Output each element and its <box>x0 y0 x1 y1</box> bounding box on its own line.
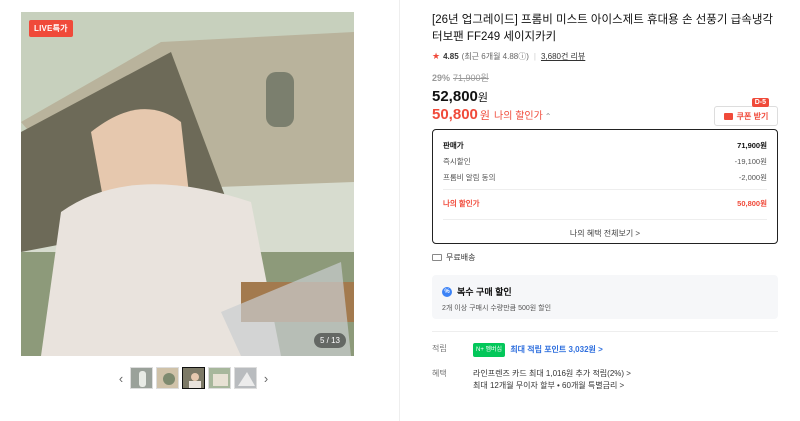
divider <box>432 331 778 332</box>
rating-row: ★ 4.85 (최근 6개월 4.88ⓘ) | 3,680건 리뷰 <box>432 51 778 62</box>
price-row-value: -19,100원 <box>734 156 767 166</box>
thumbnail-prev-arrow[interactable]: ‹ <box>115 367 127 389</box>
installment-benefit-link[interactable]: 최대 12개월 무이자 할부 • 60개월 특별금리 > <box>473 380 778 392</box>
thumbnail-active[interactable] <box>182 367 205 389</box>
sale-price: 52,800 <box>432 88 478 105</box>
multi-buy-title: 복수 구매 할인 <box>457 287 512 297</box>
view-all-benefits-link[interactable]: 나의 혜택 전체보기 > <box>443 219 767 239</box>
product-main-image[interactable]: LIVE특가 5 / 13 <box>21 12 354 356</box>
points-link[interactable]: 최대 적립 포인트 3,032원 > <box>510 345 602 354</box>
dday-badge: D-5 <box>751 98 769 107</box>
truck-icon <box>432 254 442 261</box>
thumbnail-next-arrow[interactable]: › <box>260 367 272 389</box>
price-row-label: 프롬비 알림 동의 <box>443 172 496 182</box>
separator: | <box>533 52 536 61</box>
price-row-mine: 나의 할인가 50,800원 <box>443 195 767 211</box>
product-info: [26년 업그레이드] 프롬비 미스트 아이스제트 휴대용 손 선풍기 급속냉각… <box>432 12 778 392</box>
discount-row: 29% 71,900원 <box>432 71 778 84</box>
price-row-value: -2,000원 <box>738 172 767 182</box>
card-benefit-link[interactable]: 라인프렌즈 카드 최대 1,016원 추가 적립(2%) > <box>473 368 778 380</box>
my-price-total-value: 50,800원 <box>737 198 767 208</box>
thumbnail[interactable] <box>156 367 179 389</box>
review-count-link[interactable]: 3,680건 리뷰 <box>541 51 585 62</box>
currency-unit: 원 <box>479 110 491 122</box>
thumbnail-strip: ‹ › <box>115 367 272 389</box>
ticket-icon <box>723 112 733 120</box>
currency-unit: 원 <box>477 92 489 104</box>
thumbnail[interactable] <box>208 367 231 389</box>
coupon-label: 쿠폰 받기 <box>736 111 769 121</box>
my-price: 50,800 <box>432 106 478 123</box>
my-price-total-label: 나의 할인가 <box>443 198 480 208</box>
multi-buy-title-row: % 복수 구매 할인 <box>442 285 768 298</box>
naver-membership-badge: N+ 멤버십 <box>473 343 506 357</box>
price-row-instant: 즉시할인 -19,100원 <box>443 153 767 169</box>
price-row-alarm: 프롬비 알림 동의 -2,000원 <box>443 169 767 185</box>
original-price: 71,900원 <box>453 73 489 83</box>
price-row-label: 판매가 <box>443 140 464 150</box>
chevron-up-icon[interactable]: ⌃ <box>545 112 552 121</box>
price-row-list: 판매가 71,900원 <box>443 137 767 153</box>
product-title: [26년 업그레이드] 프롬비 미스트 아이스제트 휴대용 손 선풍기 급속냉각… <box>432 14 773 43</box>
star-icon: ★ <box>432 51 441 61</box>
discount-rate: 29% <box>432 72 451 83</box>
benefits-row: 혜택 라인프렌즈 카드 최대 1,016원 추가 적립(2%) > 최대 12개… <box>432 368 778 392</box>
points-row: 적립 N+ 멤버십 최대 적립 포인트 3,032원 > <box>432 343 778 357</box>
divider <box>443 189 767 190</box>
multi-buy-desc: 2개 이상 구매시 수량만큼 500원 할인 <box>442 305 552 312</box>
my-price-label: 나의 할인가 <box>494 111 543 122</box>
column-divider <box>399 0 400 421</box>
points-key: 적립 <box>432 344 447 353</box>
price-breakdown-box: 판매가 71,900원 즉시할인 -19,100원 프롬비 알림 동의 -2,0… <box>432 129 778 244</box>
coupon-button[interactable]: D-5 쿠폰 받기 <box>714 98 778 126</box>
price-row-value: 71,900원 <box>737 140 767 150</box>
thumbnail[interactable] <box>130 367 153 389</box>
price-row-label: 즉시할인 <box>443 156 471 166</box>
thumbnail[interactable] <box>234 367 257 389</box>
rating-recent: (최근 6개월 4.88ⓘ) <box>461 52 529 61</box>
percent-icon: % <box>442 286 452 297</box>
benefits-key: 혜택 <box>432 369 447 378</box>
multi-buy-discount: % 복수 구매 할인 2개 이상 구매시 수량만큼 500원 할인 <box>432 275 778 319</box>
live-sale-badge: LIVE특가 <box>29 20 73 37</box>
sale-price-row: 52,800 원 <box>432 88 778 105</box>
free-shipping: 무료배송 <box>432 252 778 263</box>
slide-counter: 5 / 13 <box>313 333 346 348</box>
product-photo <box>21 12 354 356</box>
free-shipping-label: 무료배송 <box>446 253 476 262</box>
rating-score: 4.85 <box>443 52 459 61</box>
